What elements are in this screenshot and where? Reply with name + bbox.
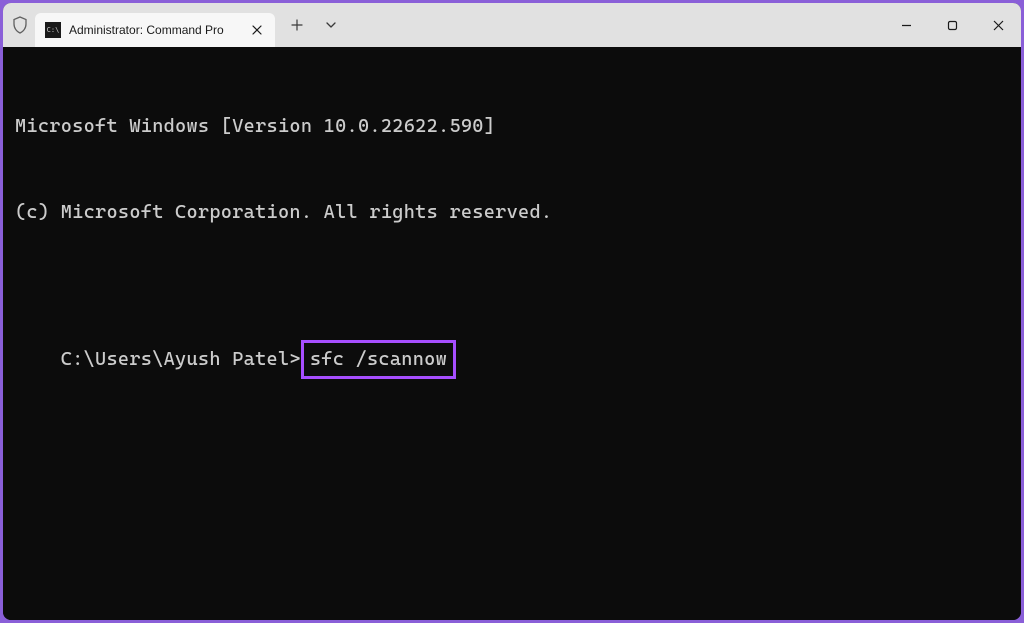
tab-dropdown-button[interactable]: [315, 9, 347, 41]
terminal-body[interactable]: Microsoft Windows [Version 10.0.22622.59…: [3, 47, 1021, 620]
terminal-prompt: C:\Users\Ayush Patel>: [61, 348, 301, 370]
command-highlight: sfc /scannow: [301, 340, 456, 379]
minimize-icon: [901, 20, 912, 31]
terminal-window: C:\ Administrator: Command Pro: [3, 3, 1021, 620]
new-tab-button[interactable]: [281, 9, 313, 41]
maximize-button[interactable]: [929, 3, 975, 47]
chevron-down-icon: [326, 22, 336, 28]
titlebar-left: C:\ Administrator: Command Pro: [11, 3, 883, 47]
close-icon: [993, 20, 1004, 31]
minimize-button[interactable]: [883, 3, 929, 47]
maximize-icon: [947, 20, 958, 31]
close-button[interactable]: [975, 3, 1021, 47]
shield-icon: [11, 15, 29, 35]
window-controls: [883, 3, 1021, 47]
terminal-blank-line: [15, 283, 1009, 312]
tab-title: Administrator: Command Pro: [69, 23, 241, 37]
tab-close-button[interactable]: [249, 22, 265, 38]
cmd-icon: C:\: [45, 22, 61, 38]
tab-active[interactable]: C:\ Administrator: Command Pro: [35, 13, 275, 47]
titlebar: C:\ Administrator: Command Pro: [3, 3, 1021, 47]
terminal-output-line: (c) Microsoft Corporation. All rights re…: [15, 198, 1009, 227]
terminal-output-line: Microsoft Windows [Version 10.0.22622.59…: [15, 112, 1009, 141]
terminal-command: sfc /scannow: [310, 348, 447, 370]
